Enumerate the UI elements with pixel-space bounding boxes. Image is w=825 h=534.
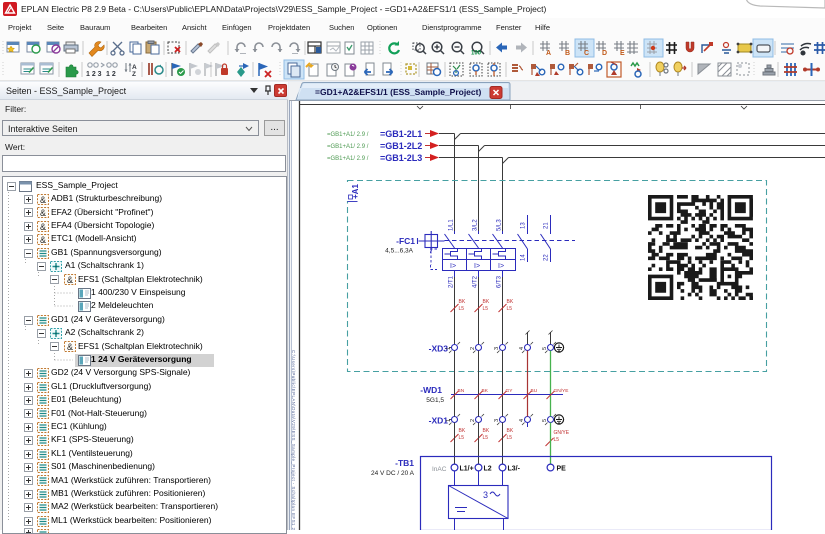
svg-text:I>: I> [498, 263, 504, 270]
svg-text:1: 1 [446, 347, 452, 350]
svg-text:5: 5 [542, 419, 548, 422]
svg-text:&: & [67, 342, 73, 352]
svg-text:D: D [602, 50, 607, 57]
svg-text:A: A [546, 50, 551, 57]
svg-text:&: & [67, 275, 73, 285]
svg-text:L3/-: L3/- [508, 466, 521, 473]
svg-text:L1/+: L1/+ [460, 466, 474, 473]
svg-text:L5: L5 [507, 435, 513, 441]
svg-text:L5: L5 [483, 435, 489, 441]
svg-text:&: & [40, 195, 46, 205]
svg-text:-TB1: -TB1 [395, 458, 414, 468]
svg-text:PE: PE [557, 466, 567, 473]
svg-text:&: & [40, 208, 46, 218]
svg-text:L5: L5 [554, 437, 560, 443]
svg-text:&: & [40, 222, 46, 232]
svg-text:E: E [620, 50, 625, 57]
svg-text:BK: BK [482, 388, 489, 394]
svg-text:L5: L5 [459, 435, 465, 441]
svg-text:Z: Z [132, 71, 136, 78]
svg-text:BN: BN [458, 388, 465, 394]
svg-text:4,5...6,3A: 4,5...6,3A [385, 248, 413, 255]
svg-text:4: 4 [519, 347, 525, 350]
svg-text:-WD1: -WD1 [420, 385, 442, 395]
svg-text:I>: I> [450, 263, 456, 270]
svg-text:=GB1-2L3: =GB1-2L3 [380, 153, 422, 163]
svg-text:=GB1+A1/ 2.9 /: =GB1+A1/ 2.9 / [327, 144, 369, 150]
svg-text:3: 3 [494, 347, 500, 350]
svg-text:GN/YE: GN/YE [554, 388, 569, 394]
svg-text:4: 4 [519, 419, 525, 422]
svg-text:6/T3: 6/T3 [497, 275, 503, 288]
svg-text:L2: L2 [484, 466, 492, 473]
svg-text:GN/YE: GN/YE [554, 430, 570, 436]
svg-text:24 V DC / 20 A: 24 V DC / 20 A [371, 470, 415, 477]
svg-text:5: 5 [542, 347, 548, 350]
svg-text:1 2 3: 1 2 3 [86, 71, 102, 78]
svg-text:4/T2: 4/T2 [473, 275, 479, 288]
svg-text:=GB1+A1/ 2.9 /: =GB1+A1/ 2.9 / [327, 156, 369, 162]
svg-text:L5: L5 [507, 306, 513, 312]
svg-text:L5: L5 [483, 306, 489, 312]
svg-text:BK: BK [507, 428, 514, 434]
svg-text:BK: BK [459, 299, 466, 305]
svg-text:22: 22 [544, 254, 550, 261]
svg-text:1: 1 [446, 419, 452, 422]
svg-text:&: & [40, 235, 46, 245]
svg-text:=GB1-2L1: =GB1-2L1 [380, 129, 422, 139]
svg-text:-FC1: -FC1 [396, 236, 415, 246]
svg-text:3: 3 [494, 419, 500, 422]
svg-text:B: B [565, 50, 570, 57]
svg-text:A: A [132, 64, 137, 71]
svg-text:14: 14 [521, 254, 527, 261]
svg-text:1/L1: 1/L1 [449, 219, 455, 231]
svg-text:GY: GY [506, 388, 514, 394]
svg-text:C:\Users\Public\EPLAN\Data\V29: C:\Users\Public\EPLAN\Data\V29\ESS_Sampl… [291, 350, 296, 530]
svg-text:BK: BK [483, 428, 490, 434]
svg-text:I>: I> [474, 263, 480, 270]
svg-text:21: 21 [544, 222, 550, 229]
svg-text:3/L2: 3/L2 [473, 219, 479, 231]
svg-text:C: C [584, 50, 589, 57]
svg-text:5/L3: 5/L3 [497, 219, 503, 231]
svg-text:13: 13 [521, 222, 527, 229]
svg-text:BK: BK [483, 299, 490, 305]
svg-text:=GD1+A2&EFS1/1 (ESS_Sample_Pro: =GD1+A2&EFS1/1 (ESS_Sample_Project) [315, 87, 481, 97]
svg-text:=GB1-2L2: =GB1-2L2 [380, 141, 422, 151]
svg-text:2: 2 [470, 347, 476, 350]
svg-text:3: 3 [483, 490, 488, 500]
svg-text:2/T1: 2/T1 [449, 275, 455, 288]
svg-text:=GB1+A1/ 2.9 /: =GB1+A1/ 2.9 / [327, 132, 369, 138]
svg-text:BU: BU [531, 388, 538, 394]
svg-text:InAC: InAC [432, 466, 447, 473]
svg-text:100: 100 [471, 51, 482, 57]
svg-text:L5: L5 [459, 306, 465, 312]
svg-text:2: 2 [470, 419, 476, 422]
svg-text:BK: BK [459, 428, 466, 434]
svg-text:5G1,5: 5G1,5 [426, 397, 444, 404]
svg-text:1 2: 1 2 [106, 71, 116, 78]
svg-text:BK: BK [507, 299, 514, 305]
